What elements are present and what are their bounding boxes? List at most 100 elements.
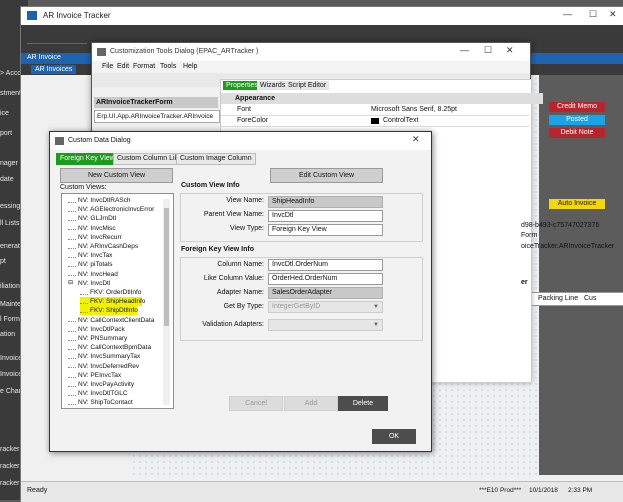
- tab-custom-image-column[interactable]: Custom Image Column: [176, 153, 256, 165]
- add-button[interactable]: Add: [284, 396, 338, 411]
- left-nav-item[interactable]: ation: [0, 331, 15, 338]
- menu-tools[interactable]: Tools: [160, 63, 176, 70]
- left-nav-item[interactable]: stment: [0, 90, 21, 97]
- tree-node[interactable]: NV: CallContextBpmData: [68, 343, 151, 352]
- left-nav-item[interactable]: pt: [0, 258, 6, 265]
- form-name: ARInvoiceTrackerForm: [94, 97, 218, 108]
- like-column-value-field[interactable]: OrderHed.OrderNum: [268, 273, 383, 285]
- validation-adapters-select[interactable]: ▼: [268, 319, 383, 331]
- prop-forecolor-value: ControlText: [383, 117, 419, 124]
- tree-node[interactable]: NV: InvcSummaryTax: [68, 352, 140, 361]
- tree-node[interactable]: NV: InvcRecurr: [68, 233, 122, 242]
- tree-node[interactable]: NV: PNSummary: [68, 334, 127, 343]
- tree-node[interactable]: NV: GLJrnDtl: [68, 214, 116, 223]
- tracker-fragment: oiceTracker.ARInvoiceTracker: [521, 243, 615, 250]
- edit-custom-view-button[interactable]: Edit Custom View: [270, 168, 383, 183]
- tree-node[interactable]: NV: InvcDeferredRev: [68, 362, 139, 371]
- left-nav-item[interactable]: racker: [0, 480, 19, 487]
- tab-properties[interactable]: Properties: [223, 81, 261, 90]
- left-nav-item[interactable]: essing: [0, 203, 20, 210]
- view-name-field[interactable]: ShipHeadInfo: [268, 196, 383, 208]
- left-nav-item[interactable]: date: [0, 176, 14, 183]
- custom-views-label: Custom Views:: [60, 184, 107, 191]
- left-nav-item[interactable]: > Acco: [0, 70, 21, 77]
- get-by-type-label: Get By Type:: [223, 303, 264, 310]
- collapse-icon[interactable]: ⊟: [68, 279, 76, 288]
- app-icon: [27, 11, 37, 20]
- status-environment: ***E10 Prod***: [479, 487, 522, 494]
- left-nav-item[interactable]: ll Lists: [0, 220, 19, 227]
- tree-connector: [68, 235, 76, 240]
- tree-node-label: NV: InvcPayActivity: [78, 381, 135, 388]
- like-column-value-label: Like Column Value:: [203, 275, 264, 282]
- tree-child-node[interactable]: FKV: OrderDtlInfo: [80, 288, 141, 297]
- tree-node[interactable]: NV: InvcHead: [68, 270, 118, 279]
- get-by-type-select[interactable]: IntegerGetByID ▼: [268, 301, 383, 313]
- new-custom-view-button[interactable]: New Custom View: [60, 168, 173, 183]
- er-fragment: er: [521, 279, 528, 286]
- tree-node[interactable]: NV: InvcMisc: [68, 224, 116, 233]
- left-nav-item[interactable]: racker: [0, 446, 19, 453]
- ctd-close-icon[interactable]: ✕: [506, 45, 514, 56]
- view-type-field[interactable]: Foreign Key View: [268, 224, 383, 236]
- status-time: 2:33 PM: [568, 487, 593, 494]
- tree-node[interactable]: NV: AGElectronicInvcError: [68, 205, 154, 214]
- menu-edit[interactable]: Edit: [117, 63, 129, 70]
- delete-button[interactable]: Delete: [338, 396, 388, 411]
- prop-font-name: Font: [237, 106, 252, 113]
- custom-view-info-title: Custom View Info: [181, 182, 240, 189]
- column-name-label: Column Name:: [217, 261, 264, 268]
- tree-node[interactable]: NV: InvcDtlRASch: [68, 196, 131, 205]
- tree-node[interactable]: NV: piTotals: [68, 260, 112, 269]
- menu-format[interactable]: Format: [133, 63, 155, 70]
- adapter-name-field[interactable]: SalesOrderAdapter: [268, 287, 383, 299]
- tab-wizards[interactable]: Wizards: [257, 81, 289, 90]
- custom-views-tree[interactable]: NV: InvcDtlRASch NV: AGElectronicInvcErro…: [61, 193, 174, 409]
- tree-node[interactable]: NV: CallContextClientData: [68, 316, 154, 325]
- maximize-icon[interactable]: ☐: [589, 9, 597, 20]
- tab-ar-invoices[interactable]: AR Invoices: [31, 65, 77, 74]
- close-icon[interactable]: ✕: [609, 9, 617, 20]
- tree-node[interactable]: NV: InvcPayActivity: [68, 380, 134, 389]
- tree-connector: [68, 382, 76, 387]
- tree-node[interactable]: NV: ARInvCashDeps: [68, 242, 138, 251]
- cancel-button[interactable]: Cancel: [229, 396, 283, 411]
- tree-node[interactable]: ⊟ NV: InvcDtl: [68, 279, 110, 288]
- menu-help[interactable]: Help: [183, 63, 197, 70]
- prop-row-font[interactable]: Font Microsoft Sans Serif, 8.25pt: [221, 105, 529, 116]
- tab-script-editor[interactable]: Script Editor: [285, 81, 330, 90]
- prop-font-value: Microsoft Sans Serif, 8.25pt: [371, 106, 457, 113]
- tree-node-label: NV: CallContextClientData: [78, 316, 155, 324]
- prop-forecolor-name: ForeColor: [237, 117, 269, 124]
- tree-connector: [68, 354, 76, 360]
- tree-scrollbar[interactable]: [163, 199, 170, 405]
- tree-node[interactable]: NV: InvcDtlTGLC: [68, 389, 128, 398]
- packing-line-tab[interactable]: Packing Line: [538, 295, 578, 302]
- cdd-close-icon[interactable]: ✕: [412, 134, 420, 145]
- menu-file[interactable]: File: [102, 63, 113, 70]
- left-nav-item[interactable]: racker: [0, 463, 19, 470]
- minimize-icon[interactable]: —: [563, 9, 572, 19]
- left-nav-item[interactable]: nager: [0, 160, 18, 167]
- tree-node[interactable]: NV: InvcTax: [68, 251, 112, 260]
- tree-node[interactable]: NV: ShipToContact: [68, 398, 133, 407]
- tree-connector: [68, 207, 76, 212]
- customer-tab[interactable]: Cus: [584, 295, 596, 302]
- tree-node[interactable]: NV: InvcDtlPack: [68, 325, 125, 334]
- parent-view-name-field[interactable]: InvcDtl: [268, 210, 383, 222]
- column-name-field[interactable]: InvcDtl.OrderNum: [268, 259, 383, 271]
- left-nav-item[interactable]: port: [0, 130, 12, 137]
- ctd-maximize-icon[interactable]: ☐: [484, 45, 492, 56]
- tree-child-node[interactable]: FKV: ShipDtlInfo: [80, 306, 138, 316]
- prop-row-forecolor[interactable]: ForeColor ControlText: [221, 116, 529, 127]
- left-nav-item[interactable]: ice: [0, 110, 9, 117]
- tab-foreign-key-view[interactable]: Foreign Key View: [56, 153, 119, 165]
- tree-connector: [68, 391, 76, 396]
- ctd-minimize-icon[interactable]: —: [460, 45, 469, 55]
- ok-button[interactable]: OK: [372, 429, 416, 444]
- left-nav-item[interactable]: iliation: [0, 283, 20, 290]
- tree-child-node[interactable]: FKV: ShipHeadInfo: [80, 297, 145, 307]
- tree-scroll-thumb[interactable]: [164, 208, 169, 326]
- tree-node-label: NV: PEInvcTax: [78, 371, 122, 379]
- tree-node[interactable]: NV: PEInvcTax: [68, 371, 121, 380]
